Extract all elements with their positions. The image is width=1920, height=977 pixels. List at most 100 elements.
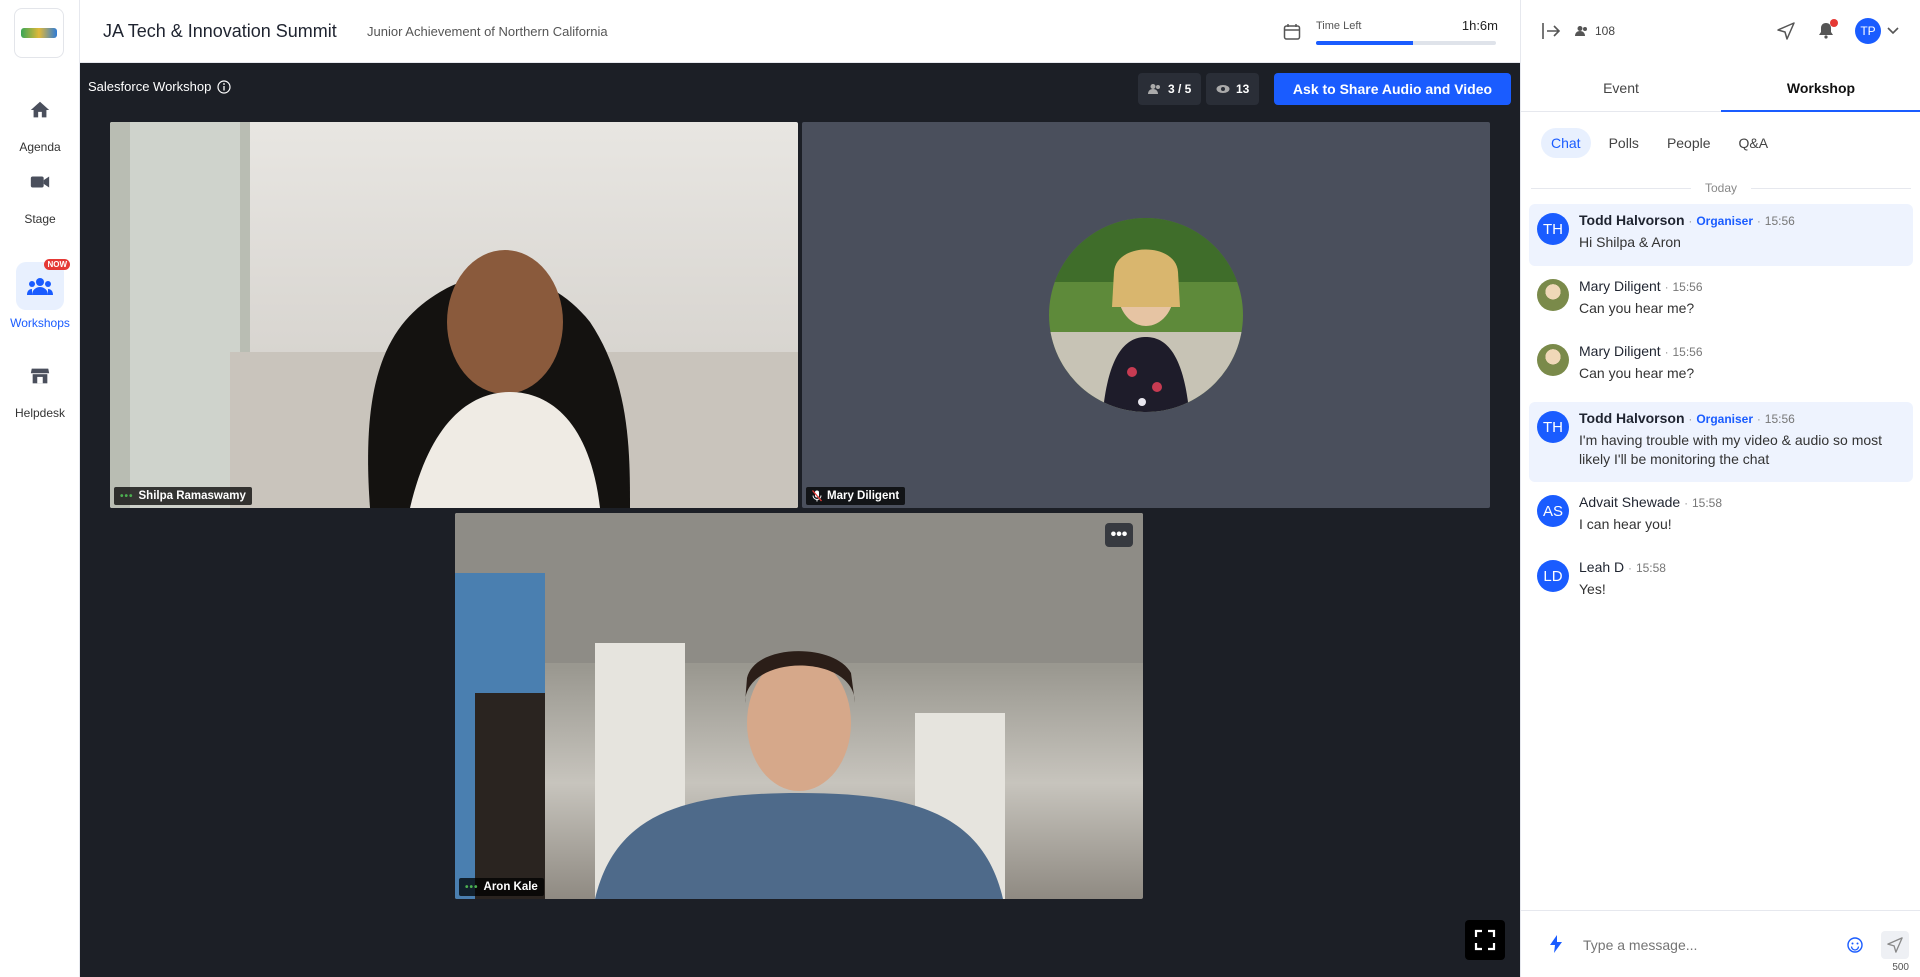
notifications-button[interactable] — [1817, 19, 1838, 41]
video-tile[interactable]: ••• ••• Aron Kale — [455, 513, 1143, 899]
video-feed — [110, 122, 798, 508]
message-text: Can you hear me? — [1579, 300, 1695, 316]
viewers-value: 13 — [1236, 82, 1250, 96]
tab-event[interactable]: Event — [1521, 68, 1721, 112]
send-icon[interactable] — [1777, 22, 1795, 40]
send-icon — [1887, 937, 1903, 953]
event-title: JA Tech & Innovation Summit — [103, 21, 337, 41]
workshop-title-text: Salesforce Workshop — [88, 79, 212, 94]
chat-message: TH Todd Halvorson · Organiser · 15:56 Hi… — [1529, 204, 1913, 266]
nav-item-workshops[interactable]: NOW Workshops — [0, 259, 80, 330]
side-panel: 108 TP Event Workshop Chat Polls People … — [1520, 0, 1920, 977]
eye-icon — [1216, 85, 1230, 93]
user-menu[interactable]: TP — [1855, 18, 1899, 44]
attendee-count-value: 108 — [1595, 24, 1616, 38]
sender-name: Advait Shewade — [1579, 494, 1681, 510]
store-icon — [16, 352, 64, 400]
fullscreen-button[interactable] — [1465, 920, 1505, 960]
avatar: TH — [1537, 411, 1569, 443]
fullscreen-icon — [1474, 929, 1496, 951]
left-navigation: Agenda Stage NOW Workshops Helpdesk — [0, 0, 80, 977]
avatar — [1537, 344, 1569, 376]
message-time: 15:58 — [1635, 561, 1666, 575]
lightning-icon[interactable] — [1549, 935, 1563, 953]
sender-name: Leah D — [1579, 559, 1625, 575]
top-header: JA Tech & Innovation Summit Junior Achie… — [80, 0, 1520, 63]
user-avatar: TP — [1855, 18, 1881, 44]
participant-name-tag: ••• Aron Kale — [459, 878, 544, 896]
event-logo[interactable] — [14, 8, 64, 58]
organiser-badge: Organiser — [1696, 412, 1754, 426]
nav-label: Workshops — [10, 316, 70, 330]
audio-activity-icon: ••• — [120, 490, 134, 502]
subtab-qa[interactable]: Q&A — [1729, 128, 1779, 158]
message-text: I can hear you! — [1579, 516, 1672, 532]
attendee-count[interactable]: 108 — [1575, 24, 1615, 38]
viewers-counter: 13 — [1206, 73, 1260, 105]
info-icon[interactable] — [217, 79, 231, 94]
message-time: 15:56 — [1764, 214, 1795, 228]
message-composer: 500 — [1521, 910, 1920, 977]
participant-name: Aron Kale — [483, 881, 538, 893]
message-time: 15:56 — [1672, 345, 1703, 359]
home-icon — [16, 86, 64, 134]
nav-item-agenda[interactable]: Agenda — [0, 86, 80, 154]
avatar: AS — [1537, 495, 1569, 527]
message-time: 15:56 — [1672, 280, 1703, 294]
chat-subtabs: Chat Polls People Q&A — [1541, 128, 1778, 158]
people-icon — [1148, 84, 1160, 94]
panel-topbar: 108 TP — [1521, 0, 1920, 63]
message-text: Can you hear me? — [1579, 365, 1695, 381]
subtab-people[interactable]: People — [1657, 128, 1721, 158]
calendar-icon[interactable] — [1282, 22, 1302, 42]
ask-to-share-button[interactable]: Ask to Share Audio and Video — [1274, 73, 1511, 105]
time-left-progress — [1316, 41, 1496, 45]
collapse-panel-icon[interactable] — [1541, 22, 1561, 40]
subtab-chat[interactable]: Chat — [1541, 128, 1591, 158]
time-left-progress-fill — [1316, 41, 1414, 45]
tab-workshop[interactable]: Workshop — [1721, 68, 1920, 112]
more-options-button[interactable]: ••• — [1105, 523, 1133, 547]
avatar — [1537, 279, 1569, 311]
subtab-polls[interactable]: Polls — [1599, 128, 1649, 158]
now-badge: NOW — [44, 259, 70, 270]
video-tile[interactable]: ••• Shilpa Ramaswamy — [110, 122, 798, 508]
participant-name: Shilpa Ramaswamy — [138, 490, 246, 502]
nav-label: Agenda — [19, 140, 61, 154]
message-input[interactable] — [1583, 933, 1843, 957]
video-tile[interactable]: Mary Diligent — [802, 122, 1490, 508]
participant-name: Mary Diligent — [827, 490, 900, 502]
message-text: I'm having trouble with my video & audio… — [1579, 432, 1883, 467]
nav-label: Helpdesk — [14, 406, 66, 420]
nav-item-stage[interactable]: Stage — [0, 158, 80, 226]
day-separator: Today — [1521, 181, 1920, 195]
seats-counter: 3 / 5 — [1138, 73, 1202, 105]
nav-label: Stage — [24, 212, 56, 226]
notification-dot — [1830, 19, 1838, 27]
organiser-badge: Organiser — [1696, 214, 1754, 228]
participant-avatar — [1049, 218, 1243, 412]
mic-muted-icon — [812, 490, 822, 502]
organizer-name: Junior Achievement of Northern Californi… — [367, 24, 608, 39]
time-left-label: Time Left — [1316, 20, 1362, 32]
video-camera-icon — [16, 158, 64, 206]
emoji-icon[interactable] — [1847, 937, 1863, 953]
workshop-stage: Salesforce Workshop 3 / 5 13 Ask to Shar… — [80, 63, 1520, 977]
send-message-button[interactable] — [1881, 931, 1909, 959]
chat-message: AS Advait Shewade · 15:58 I can hear you… — [1529, 486, 1913, 548]
sender-name: Todd Halvorson — [1579, 410, 1685, 426]
nav-item-helpdesk[interactable]: Helpdesk — [0, 352, 80, 420]
video-feed — [455, 513, 1143, 899]
panel-tabs: Event Workshop — [1521, 68, 1920, 112]
message-text: Hi Shilpa & Aron — [1579, 234, 1681, 250]
audio-activity-icon: ••• — [465, 881, 479, 893]
participant-name-tag: Mary Diligent — [806, 487, 906, 505]
sender-name: Mary Diligent — [1579, 278, 1661, 294]
group-icon: NOW — [16, 259, 70, 310]
character-limit: 500 — [1892, 962, 1909, 973]
sender-name: Mary Diligent — [1579, 343, 1661, 359]
avatar: TH — [1537, 213, 1569, 245]
sender-name: Todd Halvorson — [1579, 212, 1685, 228]
chat-message: LD Leah D · 15:58 Yes! — [1529, 551, 1913, 613]
message-text: Yes! — [1579, 581, 1606, 597]
